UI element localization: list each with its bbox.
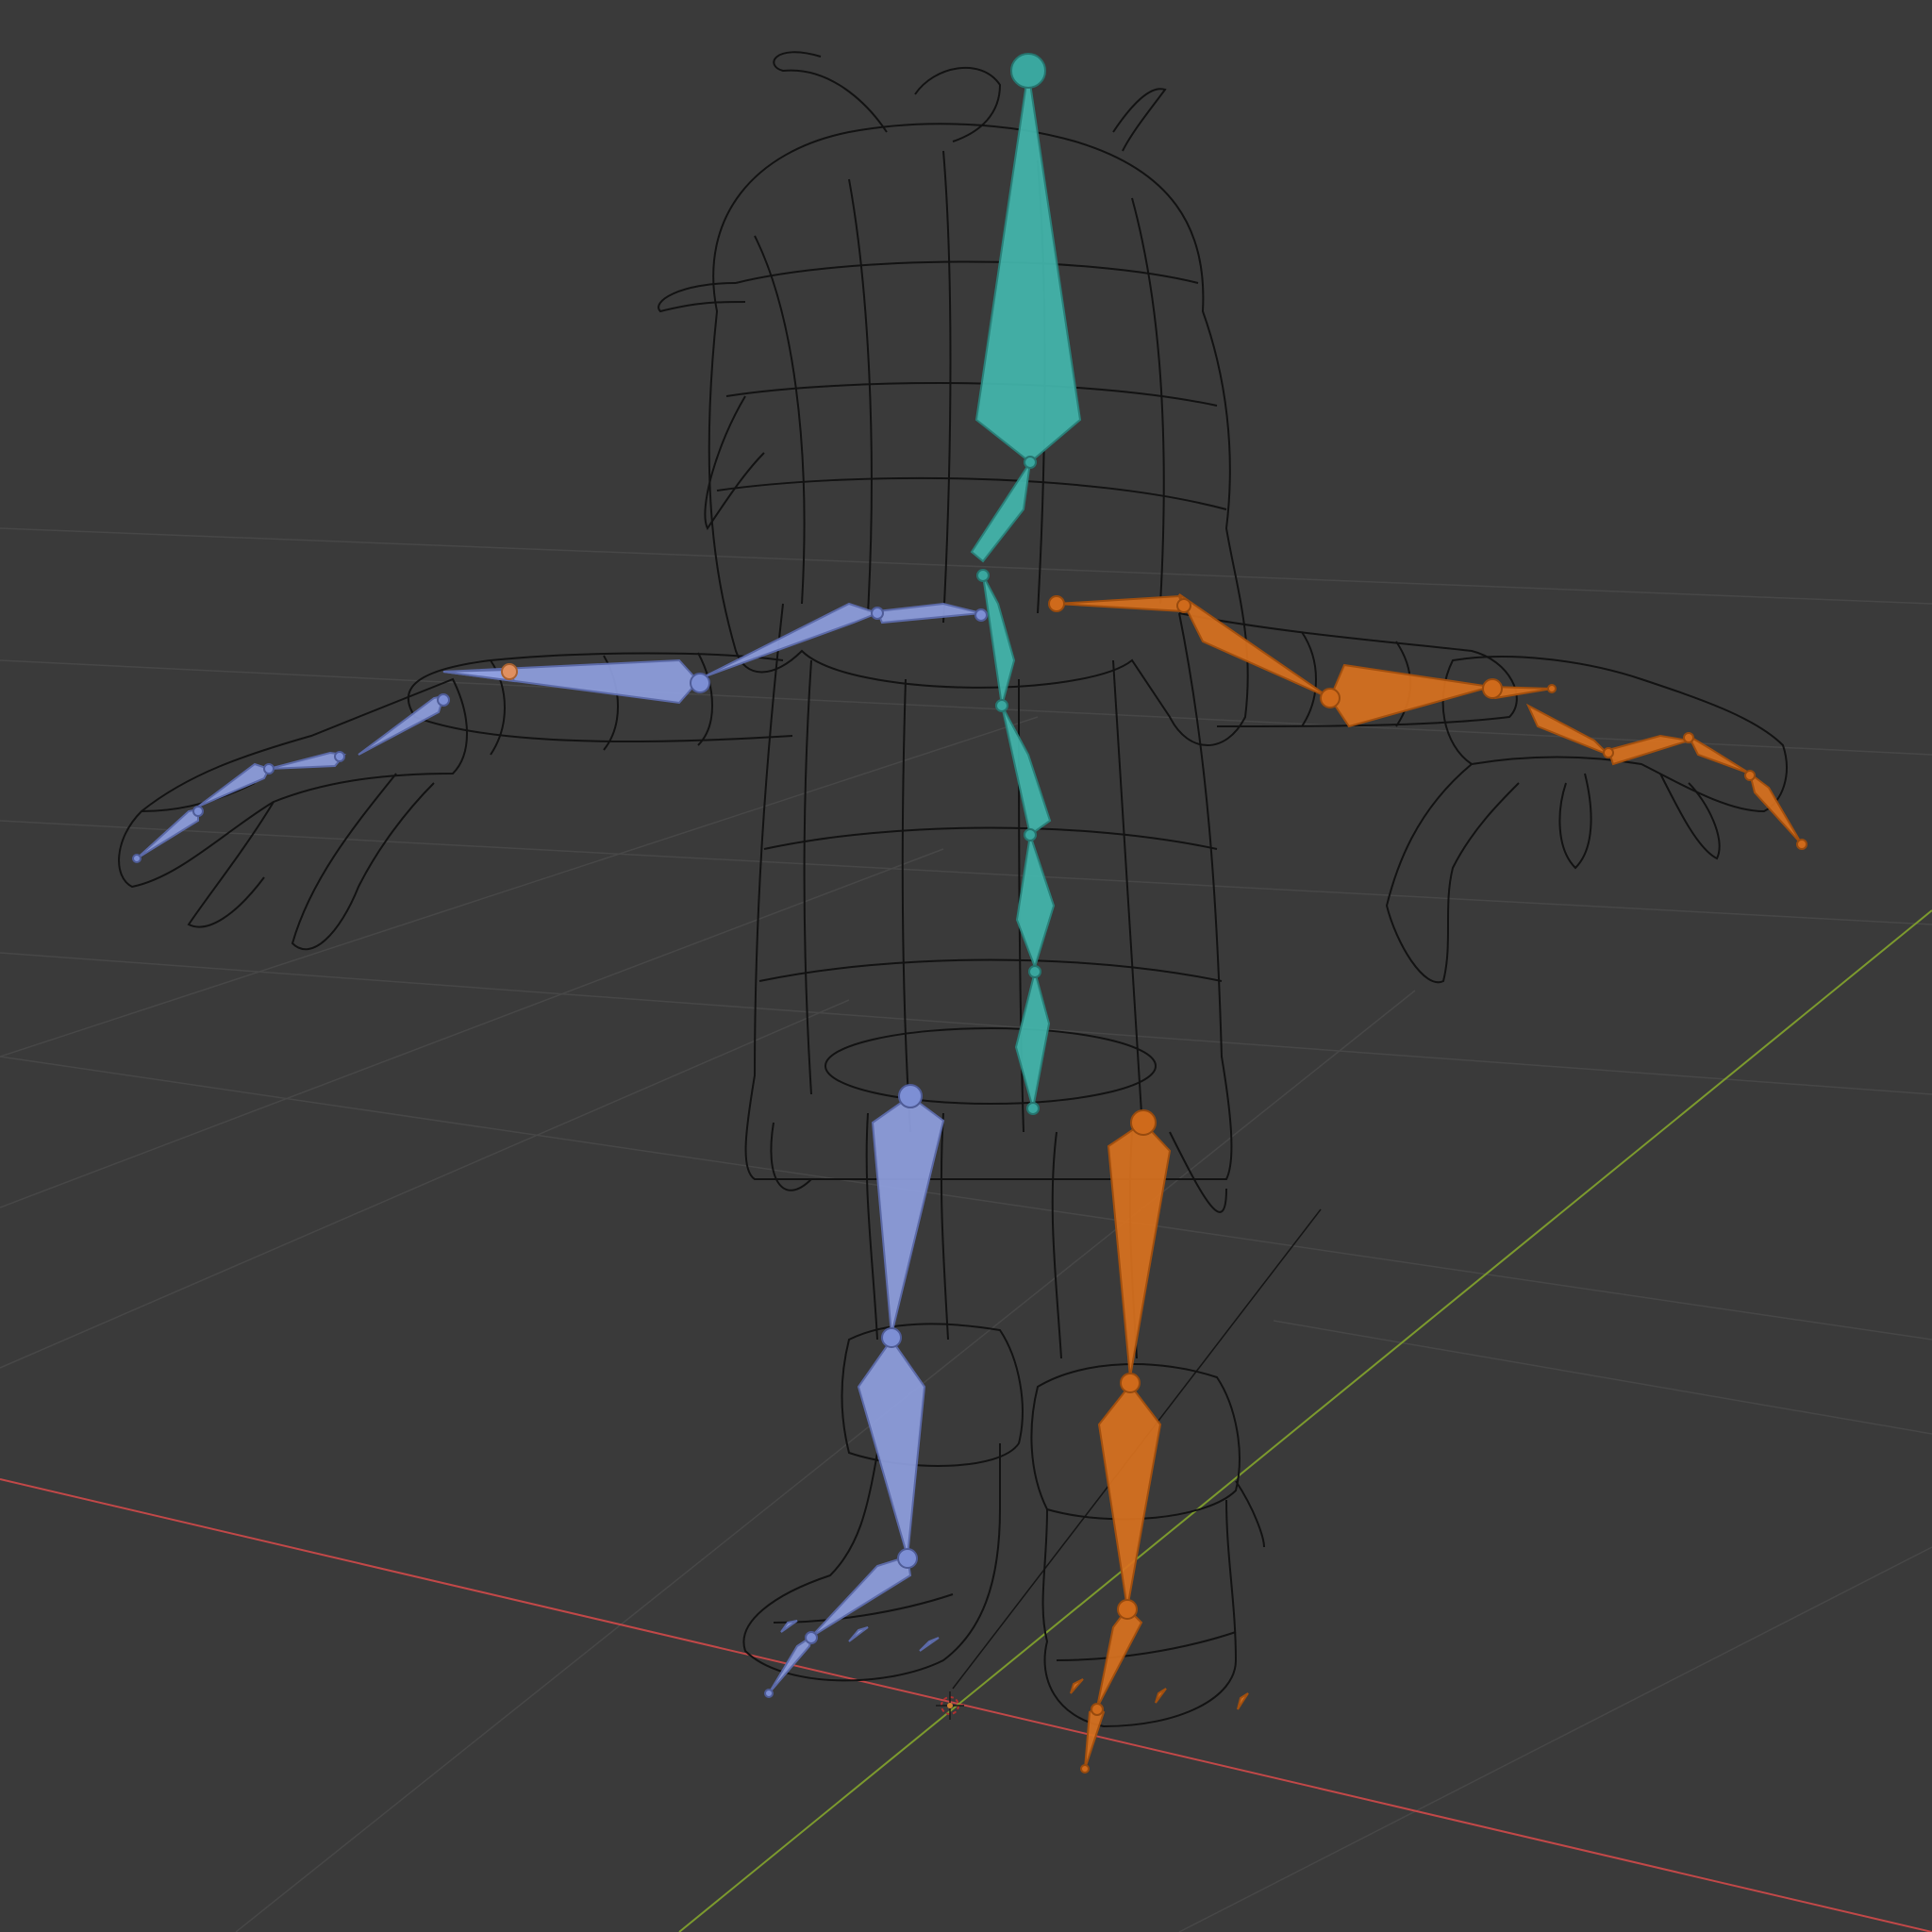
3d-cursor-icon[interactable] [936,1691,964,1720]
right-leg-bone-chain[interactable] [1070,1109,1249,1774]
spine-bone-chain[interactable] [970,53,1082,1115]
left-arm-bone-chain[interactable] [132,602,988,863]
x-axis-line [0,1478,1932,1932]
floor-grid [0,527,1932,1932]
3d-viewport[interactable] [0,0,1932,1932]
character-wireframe-mesh [118,51,1788,1728]
y-axis-line [678,909,1932,1932]
